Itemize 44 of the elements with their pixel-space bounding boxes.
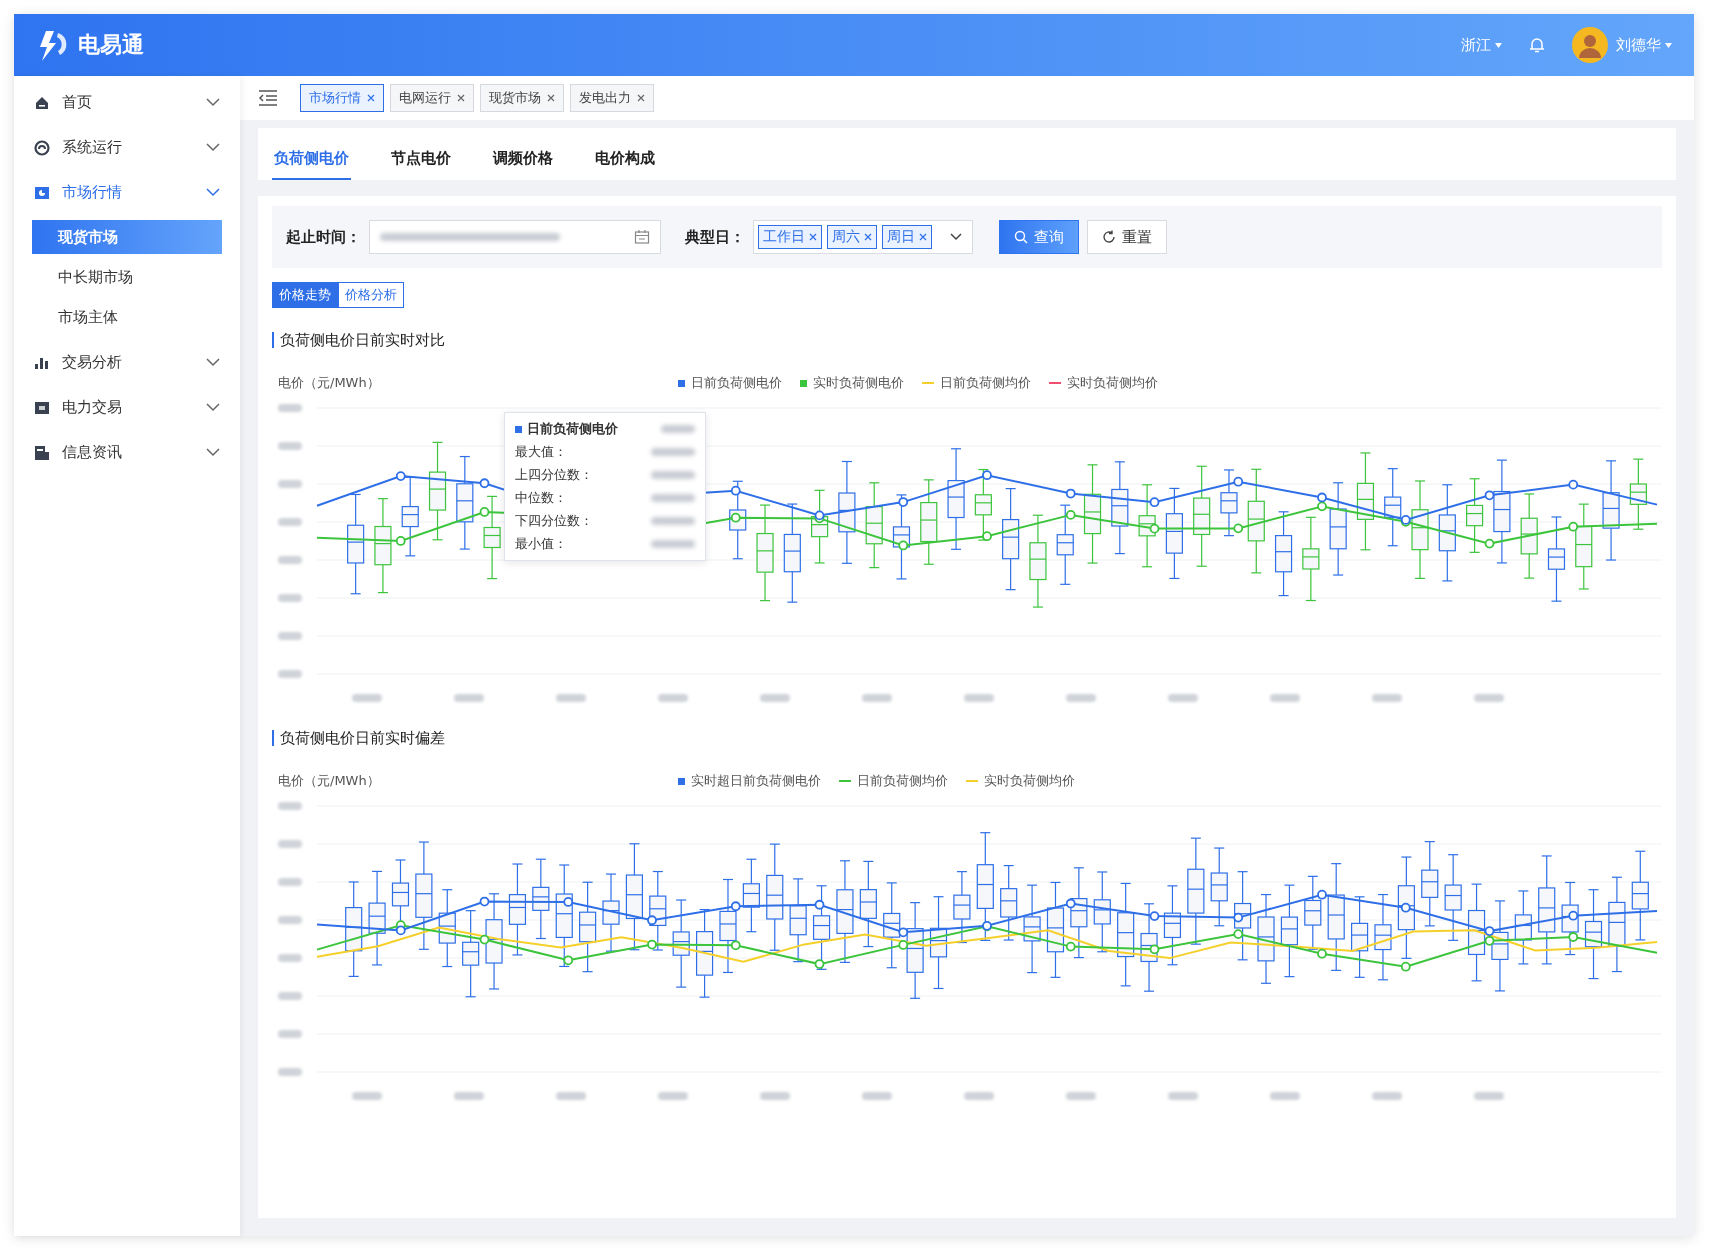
tooltip-label: 中位数： [515,489,567,507]
chart-title: 负荷侧电价日前实时对比 [272,332,445,348]
legend-item[interactable]: 实时负荷侧均价 [966,772,1075,790]
menu-item[interactable]: 交易分析 [14,340,240,385]
menu-item[interactable]: 信息资讯 [14,430,240,475]
axis-unit-label: 电价（元/MWh） [278,374,381,392]
menu-item[interactable]: 系统运行 [14,125,240,170]
legend-item[interactable]: 日前负荷侧均价 [922,374,1031,392]
day-select-field[interactable]: 工作日 周六 周日 [753,220,973,254]
field-label: 典型日： [685,227,745,247]
submenu-item[interactable]: 市场主体 [32,300,222,334]
submenu-item[interactable]: 现货市场 [32,220,222,254]
app-logo-text: 电易通 [78,31,144,59]
tooltip-label: 最大值： [515,443,567,461]
menu-item[interactable]: 首页 [14,80,240,125]
day-tag: 周日 [882,225,932,249]
menu-item[interactable]: 电力交易 [14,385,240,430]
view-toggle-button[interactable]: 价格分析 [338,282,404,308]
legend-item[interactable]: 日前负荷侧均价 [839,772,948,790]
tab[interactable]: 调频价格 [491,149,555,180]
page-tab[interactable]: 现货市场 [480,84,564,112]
tooltip-title: 日前负荷侧电价 [515,420,618,438]
page-tab[interactable]: 电网运行 [390,84,474,112]
legend-item[interactable]: 日前负荷侧电价 [678,374,782,392]
day-tag: 周六 [827,225,877,249]
legend-item[interactable]: 实时超日前负荷侧电价 [678,772,821,790]
menu-item[interactable]: 市场行情 [14,170,240,215]
page-tab[interactable]: 发电出力 [570,84,654,112]
submenu-item[interactable]: 中长期市场 [32,260,222,294]
chart-title: 负荷侧电价日前实时偏差 [272,730,445,746]
view-toggle-button[interactable]: 价格走势 [272,282,338,308]
field-label: 起止时间： [286,227,361,247]
legend-item[interactable]: 实时负荷侧电价 [800,374,904,392]
page-tab[interactable]: 市场行情 [300,84,384,112]
day-tag: 工作日 [758,225,822,249]
legend-item[interactable]: 实时负荷侧均价 [1049,374,1158,392]
tab[interactable]: 电价构成 [593,149,657,180]
tooltip-label: 最小值： [515,535,567,553]
reset-button[interactable]: 重置 [1087,220,1167,254]
tooltip-label: 上四分位数： [515,466,593,484]
tab[interactable]: 节点电价 [389,149,453,180]
tooltip-label: 下四分位数： [515,512,593,530]
axis-unit-label: 电价（元/MWh） [278,772,381,790]
tab[interactable]: 负荷侧电价 [272,149,351,180]
